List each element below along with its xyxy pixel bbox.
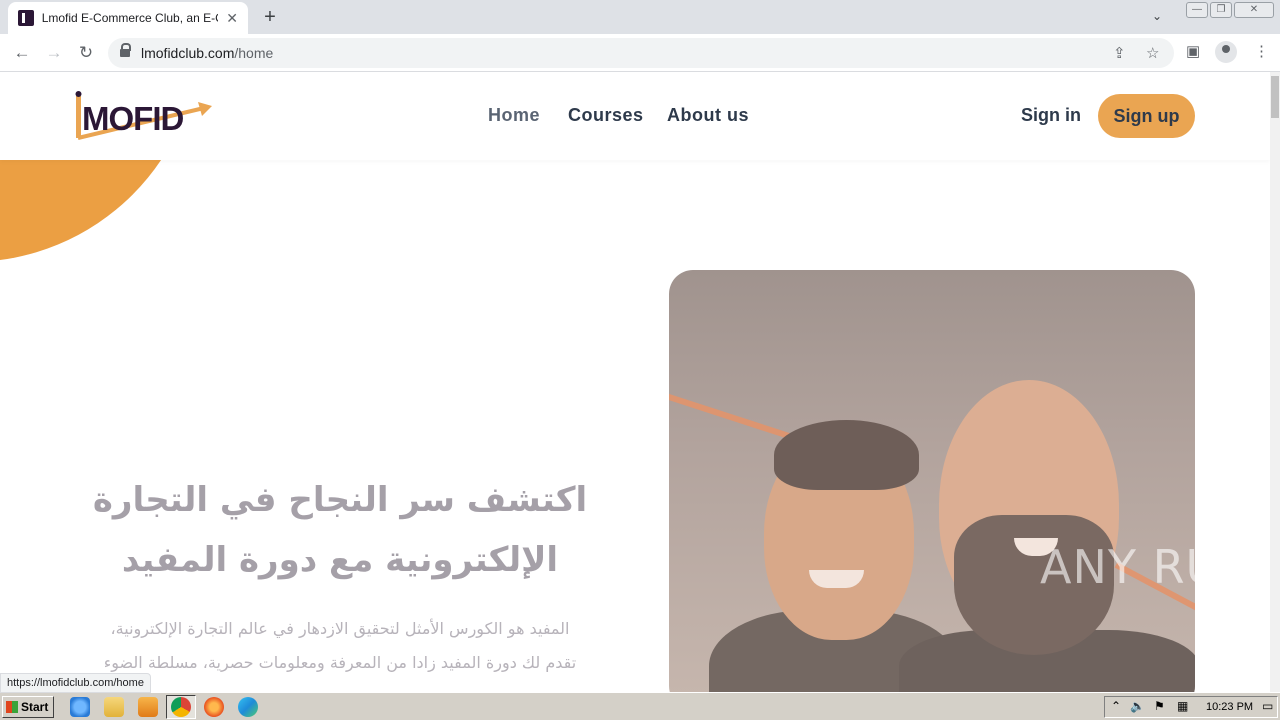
back-button[interactable]: ← xyxy=(10,42,34,64)
start-button[interactable]: Start xyxy=(2,696,54,718)
bookmark-star-icon[interactable]: ☆ xyxy=(1146,44,1159,62)
volume-icon[interactable]: 🔈 xyxy=(1130,699,1145,713)
side-panel-icon[interactable]: ▣ xyxy=(1186,42,1200,60)
person-left-hair xyxy=(774,420,919,490)
hero-photo-instructors xyxy=(669,270,1195,692)
close-window-button[interactable]: ✕ xyxy=(1234,2,1274,18)
network-icon[interactable]: ▦ xyxy=(1177,699,1188,713)
hero-description: المفيد هو الكورس الأمثل لتحقيق الازدهار … xyxy=(80,612,600,680)
hero-description-line-1: المفيد هو الكورس الأمثل لتحقيق الازدهار … xyxy=(110,619,570,638)
forward-button[interactable]: → xyxy=(42,42,66,64)
profile-avatar-icon[interactable] xyxy=(1215,41,1237,63)
hero-title: اكتشف سر النجاح في التجارة الإلكترونية م… xyxy=(80,470,600,590)
browser-toolbar: ← → ↻ lmofidclub.com/home ⇪ ☆ ▣ ⋮ xyxy=(0,34,1280,72)
nav-about-link[interactable]: About us xyxy=(667,105,749,126)
site-logo[interactable]: MOFID xyxy=(74,90,214,142)
address-url[interactable]: lmofidclub.com/home xyxy=(141,45,273,61)
file-explorer-icon[interactable] xyxy=(104,697,124,717)
media-player-icon[interactable] xyxy=(138,697,158,717)
sign-in-link[interactable]: Sign in xyxy=(1021,105,1081,126)
chrome-icon[interactable] xyxy=(171,697,191,717)
scrollbar-thumb[interactable] xyxy=(1271,76,1279,118)
hero-description-line-2: تقدم لك دورة المفيد زادا من المعرفة ومعل… xyxy=(103,653,577,672)
address-bar[interactable]: lmofidclub.com/home ⇪ ☆ xyxy=(108,38,1174,68)
browser-tab-active[interactable]: Lmofid E-Commerce Club, an E-Comm ✕ xyxy=(8,2,248,34)
start-label: Start xyxy=(21,700,49,714)
site-favicon-icon xyxy=(18,10,34,26)
browser-tab-strip: Lmofid E-Commerce Club, an E-Comm ✕ + ⌄ … xyxy=(0,0,1280,34)
nav-courses-link[interactable]: Courses xyxy=(568,105,644,126)
tab-search-chevron-icon[interactable]: ⌄ xyxy=(1152,9,1162,23)
windows-logo-icon xyxy=(6,701,18,713)
show-desktop-icon[interactable]: ▭ xyxy=(1262,699,1273,713)
internet-explorer-icon[interactable] xyxy=(70,697,90,717)
reload-button[interactable]: ↻ xyxy=(74,42,98,64)
share-icon[interactable]: ⇪ xyxy=(1113,44,1126,62)
windows-taskbar: Start ⌃ 🔈 ⚑ ▦ 10:23 PM ▭ xyxy=(0,692,1280,720)
taskbar-clock[interactable]: 10:23 PM xyxy=(1206,701,1253,713)
site-header: MOFID Home Courses About us Sign in Sign… xyxy=(0,72,1270,160)
logo-text: MOFID xyxy=(82,100,184,137)
action-center-flag-icon[interactable]: ⚑ xyxy=(1154,699,1165,713)
hero-title-line-2: الإلكترونية مع دورة المفيد xyxy=(121,540,559,580)
web-page: MOFID Home Courses About us Sign in Sign… xyxy=(0,72,1270,692)
firefox-icon[interactable] xyxy=(204,697,224,717)
restore-window-button[interactable]: ❐ xyxy=(1210,2,1232,18)
tab-title: Lmofid E-Commerce Club, an E-Comm xyxy=(41,11,219,25)
edge-icon[interactable] xyxy=(238,697,258,717)
browser-menu-icon[interactable]: ⋮ xyxy=(1254,42,1269,60)
new-tab-button[interactable]: + xyxy=(258,6,282,28)
nav-home-link[interactable]: Home xyxy=(488,105,540,126)
status-bar-url: https://lmofidclub.com/home xyxy=(0,673,151,693)
close-tab-icon[interactable]: ✕ xyxy=(226,10,238,27)
hero-title-line-1: اكتشف سر النجاح في التجارة xyxy=(92,480,588,520)
sign-up-button[interactable]: Sign up xyxy=(1098,94,1195,138)
lock-icon[interactable] xyxy=(120,43,131,57)
minimize-window-button[interactable]: — xyxy=(1186,2,1208,18)
page-scrollbar[interactable] xyxy=(1270,72,1280,692)
anyrun-watermark: ANY RUN xyxy=(1040,540,1256,594)
tray-expand-icon[interactable]: ⌃ xyxy=(1111,699,1121,713)
